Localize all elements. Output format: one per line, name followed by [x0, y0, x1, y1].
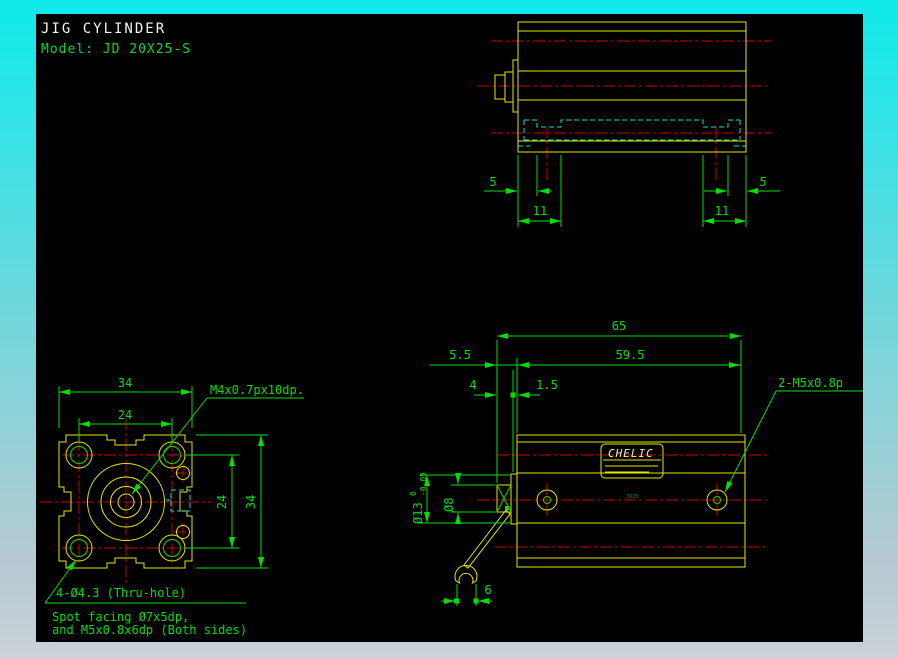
dim-pilot-dia-group: Ø13 0 -0.05: [409, 472, 428, 524]
dim-width-bolt: 24: [118, 408, 132, 422]
rod-wrench-flats: [496, 484, 512, 513]
dim-height-outer: 34: [244, 495, 258, 509]
dim-rod-dia: Ø8: [442, 498, 456, 512]
dimension-lines: [484, 155, 780, 227]
desktop-background: JIG CYLINDER Model: JD 20X25-S 5 11 11 5…: [0, 0, 898, 658]
model-label: Model: JD 20X25-S: [41, 42, 191, 57]
note-line-2: and M5x0.8x6dp (Both sides): [52, 623, 247, 637]
page-title: JIG CYLINDER: [41, 21, 166, 37]
centerlines: [40, 418, 211, 584]
cad-drawing: JIG CYLINDER Model: JD 20X25-S 5 11 11 5…: [40, 21, 872, 637]
dim-head: 5.5: [449, 348, 471, 362]
drawing-canvas: JIG CYLINDER Model: JD 20X25-S 5 11 11 5…: [36, 14, 872, 642]
brand-logo-text: CHELIC: [608, 447, 654, 460]
hidden-slot: [166, 489, 191, 512]
dim-pilot-dia: Ø13: [411, 502, 425, 524]
dim-wrench-flats: 6: [484, 583, 491, 597]
dim-collar: 1.5: [536, 378, 558, 392]
dim-slot-left: 11: [533, 204, 547, 218]
section-view: CHELIC JD20 65 5.5 59.5 4 1.5 Ø13 0 -0.0…: [409, 319, 872, 606]
dim-height-bolt: 24: [215, 495, 229, 509]
dim-slot-right: 11: [715, 204, 729, 218]
front-view: 34 24 24 34 M4x0.7px10dp. 4-Ø4.3 (Thru-h…: [40, 376, 304, 637]
centerlines: [477, 40, 771, 180]
ports-label: 2-M5x0.8p: [778, 376, 843, 390]
dim-total-length: 65: [612, 319, 626, 333]
dim-body-length: 59.5: [616, 348, 645, 362]
thru-hole-label: 4-Ø4.3 (Thru-hole): [56, 586, 186, 600]
dim-rod-protrusion: 4: [469, 378, 476, 392]
dim-pilot-tol-lower: -0.05: [419, 472, 428, 496]
centerlines: [477, 454, 768, 548]
dimension-lines: [44, 386, 304, 604]
dim-pilot-tol-upper: 0: [409, 491, 418, 496]
thread-label: M4x0.7px10dp.: [210, 383, 304, 397]
dim-edge-left: 5: [489, 175, 496, 189]
top-side-view: 5 11 11 5: [477, 21, 780, 227]
dim-width-outer: 34: [118, 376, 132, 390]
dim-edge-right: 5: [759, 175, 766, 189]
body-mark-text: JD20: [626, 494, 638, 500]
note-line-1: Spot facing Ø7x5dp,: [52, 610, 189, 624]
